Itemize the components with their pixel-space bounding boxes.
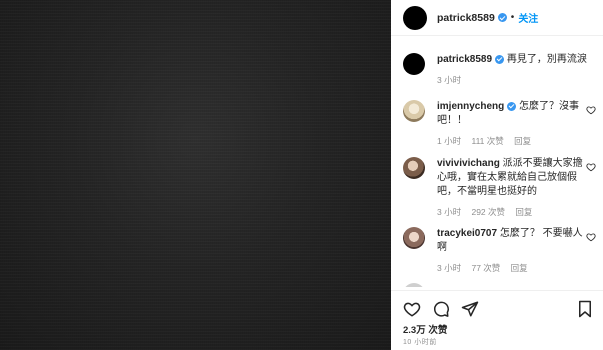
comment-icon[interactable] (432, 300, 450, 318)
separator-dot: • (510, 12, 515, 23)
comment-time: 3 小时 (437, 263, 462, 273)
comment-body: tracykei0707 怎麼了？ 不要嚇人啊 3 小时 77 次赞 回复 (437, 227, 587, 275)
caption-username[interactable]: patrick8589 (437, 54, 492, 65)
author-username[interactable]: patrick8589 (437, 12, 495, 24)
action-icons (403, 300, 479, 318)
comment-likes[interactable]: 292 次赞 (471, 207, 505, 217)
bookmark-icon[interactable] (577, 300, 593, 318)
post-actions: 2.3万 次赞 10 小时前 (391, 290, 603, 350)
comment-meta: 3 小时 77 次赞 回复 (437, 261, 587, 275)
caption-time: 3 小时 (437, 75, 462, 85)
caption-body: patrick8589 再見了，別再流淚 3 小时 (437, 53, 587, 87)
comment-username[interactable]: vivivivichang (437, 158, 500, 169)
verified-badge-icon (507, 101, 517, 111)
comment-body: vivivivichang 派派不要讓大家擔心哦，實在太累就給自己放個假吧，不當… (437, 157, 587, 219)
comment-username[interactable]: tracykei0707 (437, 228, 497, 239)
heart-icon[interactable] (403, 300, 421, 318)
comment-time: 1 小时 (437, 136, 462, 146)
reply-button[interactable]: 回复 (511, 263, 528, 273)
bookmark-button[interactable] (577, 300, 593, 318)
commenter-avatar[interactable] (403, 100, 425, 122)
comment-body: imjennycheng 怎麼了？沒事吧！！ 1 小时 111 次赞 回复 (437, 100, 587, 148)
paper-plane-icon[interactable] (461, 300, 479, 318)
comment-meta: 1 小时 111 次赞 回复 (437, 134, 587, 148)
comment-list[interactable]: patrick8589 再見了，別再流淚 3 小时 imjennycheng 怎… (391, 37, 603, 287)
heart-icon[interactable] (586, 105, 596, 115)
caption-author-avatar[interactable] (403, 53, 425, 75)
post-header: patrick8589 • 关注 (391, 0, 603, 36)
commenter-avatar[interactable] (403, 227, 425, 249)
commenter-avatar[interactable] (403, 283, 425, 287)
comment-likes[interactable]: 77 次赞 (471, 263, 500, 273)
comment-time: 3 小时 (437, 207, 462, 217)
likes-count[interactable]: 2.3万 次赞 (403, 322, 447, 336)
comment-likes[interactable]: 111 次赞 (471, 136, 503, 146)
post-side-panel: patrick8589 • 关注 patrick8589 再見了，別再流淚 3 … (391, 0, 603, 350)
verified-badge-icon (497, 13, 507, 22)
commenter-avatar[interactable] (403, 157, 425, 179)
comment-meta: 3 小时 292 次赞 回复 (437, 205, 587, 219)
caption-meta: 3 小时 (437, 73, 587, 87)
post-timestamp: 10 小时前 (403, 339, 437, 346)
reply-button[interactable]: 回复 (514, 136, 531, 146)
follow-button[interactable]: 关注 (518, 10, 538, 25)
author-avatar[interactable] (403, 5, 427, 30)
verified-badge-icon (495, 54, 505, 64)
post-image[interactable] (0, 0, 391, 350)
heart-icon[interactable] (586, 232, 596, 242)
caption-text: 再見了，別再流淚 (506, 54, 587, 65)
heart-icon[interactable] (586, 162, 596, 172)
comment-username[interactable]: imjennycheng (437, 101, 504, 112)
reply-button[interactable]: 回复 (515, 207, 532, 217)
